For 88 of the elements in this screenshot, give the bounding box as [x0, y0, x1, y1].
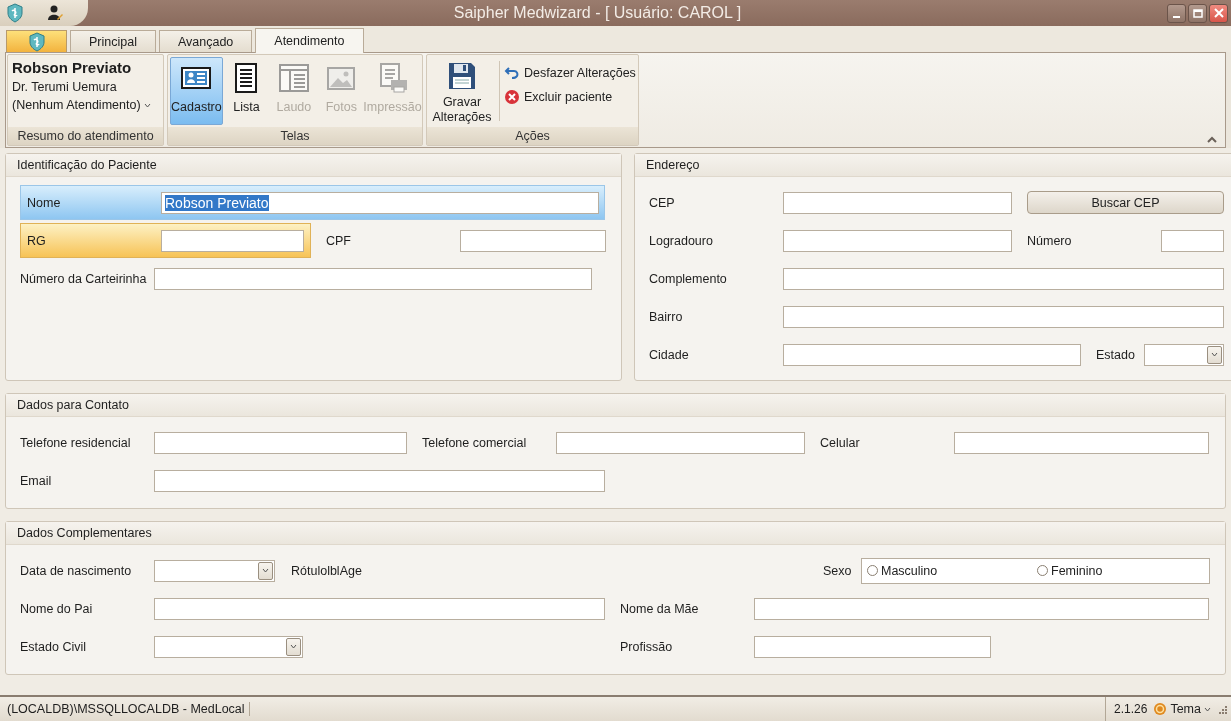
text-field[interactable] [154, 267, 592, 290]
caret-icon [143, 102, 151, 108]
field-label: Profissão [620, 639, 674, 654]
field-label: Bairro [649, 309, 684, 324]
app-shield-icon [6, 3, 24, 23]
section-title: Identificação do Paciente [6, 154, 621, 177]
text-field[interactable] [783, 191, 1012, 214]
ribbon-button[interactable]: Lista [222, 57, 271, 125]
dropdown-field[interactable] [154, 635, 303, 658]
action-button[interactable]: Excluir paciente [504, 89, 636, 105]
field-label: Complemento [649, 271, 728, 286]
dropdown-caret-icon [290, 644, 297, 649]
text-field[interactable]: Robson Previato [161, 191, 599, 214]
field-label: Número da Carteirinha [20, 271, 148, 286]
text-field[interactable] [783, 229, 1012, 252]
field-label: Data de nascimento [20, 563, 133, 578]
text-field[interactable] [783, 305, 1224, 328]
dropdown-field[interactable] [1144, 343, 1224, 366]
field-label: Telefone comercial [422, 435, 528, 450]
collapse-caret-icon[interactable] [1207, 136, 1217, 143]
field-label: RG [27, 233, 47, 248]
theme-dropdown[interactable]: Tema [1153, 702, 1211, 716]
text-field[interactable] [754, 597, 1209, 620]
dropdown-caret-icon [262, 568, 269, 573]
text-field[interactable] [754, 635, 991, 658]
text-field[interactable] [154, 469, 605, 492]
field-label: Telefone residencial [20, 435, 132, 450]
text-field[interactable] [154, 431, 407, 454]
close-icon [1213, 8, 1224, 18]
search-cep-button[interactable]: Buscar CEP [1027, 191, 1224, 214]
version-label: 2.1.26 [1114, 702, 1148, 716]
field-label: Nome [27, 195, 62, 210]
group-title: Ações [427, 127, 638, 145]
field-label: Estado [1096, 347, 1136, 362]
shield-icon [27, 31, 46, 52]
field-label: Número [1027, 233, 1073, 248]
connection-status: (LOCALDB)\MSSQLLOCALDB - MedLocal [0, 702, 250, 716]
text-field[interactable] [783, 343, 1081, 366]
field-label: Nome do Pai [20, 601, 94, 616]
maximize-button[interactable] [1188, 3, 1207, 23]
group-title: Telas [168, 127, 422, 145]
resize-grip-icon[interactable] [1217, 704, 1227, 714]
field-label: RótulolblAge [291, 563, 362, 578]
ribbon-button[interactable]: Cadastro [170, 57, 223, 125]
field-label: CPF [326, 233, 352, 248]
field-label: Estado Civil [20, 639, 87, 654]
theme-icon [1153, 702, 1168, 716]
doctor-name: Dr. Terumi Uemura [12, 80, 118, 94]
field-label: Sexo [823, 563, 853, 578]
dropdown-caret-icon [1211, 352, 1218, 357]
undo-icon [504, 65, 520, 81]
text-field[interactable] [954, 431, 1209, 454]
patient-name: Robson Previato [12, 59, 133, 76]
ribbon-tab[interactable]: Avançado [158, 30, 253, 52]
delete-icon [504, 89, 520, 105]
save-button[interactable]: Gravar Alterações [429, 57, 495, 125]
ribbon-tab[interactable]: Principal [70, 30, 156, 52]
group-title: Resumo do atendimento [8, 127, 163, 145]
window-title: Saipher Medwizard - [ Usuário: CAROL ] [453, 4, 742, 22]
field-label: Nome da Mãe [620, 601, 700, 616]
field-label: Email [20, 473, 53, 488]
section-title: Dados para Contato [6, 394, 1225, 417]
app-menu-button[interactable] [6, 30, 67, 52]
text-field[interactable] [154, 597, 605, 620]
attendance-dropdown[interactable]: (Nenhum Atendimento) [12, 98, 159, 112]
section-title: Endereço [635, 154, 1231, 177]
close-button[interactable] [1209, 3, 1228, 23]
layout-icon [277, 62, 310, 94]
minimize-icon [1173, 15, 1180, 18]
text-field[interactable] [783, 267, 1224, 290]
radio-button[interactable]: Masculino [867, 563, 1037, 578]
action-button[interactable]: Desfazer Alterações [504, 65, 636, 81]
section-title: Dados Complementares [6, 522, 1225, 545]
field-label: CEP [649, 195, 676, 210]
text-field[interactable] [460, 229, 606, 252]
maximize-icon [1192, 8, 1203, 18]
user-icon[interactable] [46, 4, 64, 22]
text-field[interactable] [556, 431, 805, 454]
radio-button[interactable]: Feminino [1037, 563, 1207, 578]
ribbon-tab[interactable]: Atendimento [255, 28, 364, 53]
field-label: Logradouro [649, 233, 714, 248]
text-field[interactable] [161, 229, 304, 252]
minimize-button[interactable] [1167, 3, 1186, 23]
text-field[interactable] [1161, 229, 1224, 252]
dropdown-field[interactable] [154, 559, 275, 582]
field-label: Cidade [649, 347, 690, 362]
field-label: Celular [820, 435, 861, 450]
caret-icon [1204, 706, 1211, 712]
